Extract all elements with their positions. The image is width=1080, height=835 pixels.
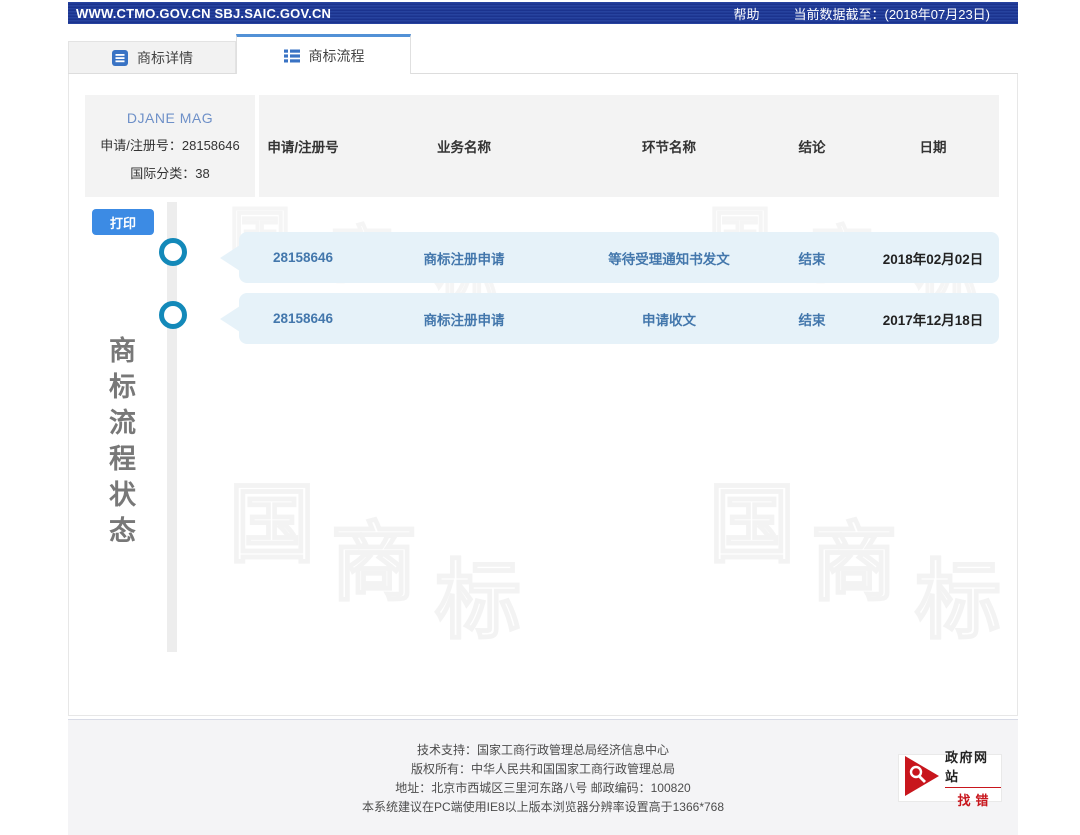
badge-title: 政府网站 xyxy=(945,747,1001,785)
footer: 技术支持：国家工商行政管理总局经济信息中心 版权所有：中华人民共和国国家工商行政… xyxy=(68,719,1018,835)
col-step-name: 环节名称 xyxy=(581,136,757,156)
cell-application-number: 28158646 xyxy=(259,311,347,326)
tab-trademark-details[interactable]: 商标详情 xyxy=(68,41,236,73)
cell-conclusion: 结束 xyxy=(757,309,867,329)
footer-browser-note: 本系统建议在PC端使用IE8以上版本浏览器分辨率设置高于1366*768 xyxy=(68,798,1018,817)
cell-date: 2017年12月18日 xyxy=(867,309,999,329)
document-icon xyxy=(111,49,129,67)
badge-action: 找错 xyxy=(945,787,1001,809)
col-date: 日期 xyxy=(867,136,999,156)
col-business-name: 业务名称 xyxy=(347,136,581,156)
page: WWW.CTMO.GOV.CN SBJ.SAIC.GOV.CN 帮助 当前数据截… xyxy=(0,0,1080,835)
cell-business-name: 商标注册申请 xyxy=(347,309,581,329)
table-header: 申请/注册号 业务名称 环节名称 结论 日期 xyxy=(259,95,999,197)
watermark-char: 国 xyxy=(709,454,795,579)
watermark-char: 国 xyxy=(229,454,315,579)
cell-date: 2018年02月02日 xyxy=(867,248,999,268)
footer-copyright: 版权所有：中华人民共和国国家工商行政管理总局 xyxy=(68,760,1018,779)
watermark-char: 商 xyxy=(331,492,417,617)
gov-site-error-report-badge[interactable]: 政府网站 找错 xyxy=(898,754,1002,802)
top-bar: WWW.CTMO.GOV.CN SBJ.SAIC.GOV.CN 帮助 当前数据截… xyxy=(68,2,1018,24)
cell-conclusion: 结束 xyxy=(757,248,867,268)
cell-step-name: 等待受理通知书发文 xyxy=(581,248,757,268)
table-row: 28158646 商标注册申请 申请收文 结束 2017年12月18日 xyxy=(239,293,999,344)
col-application-number: 申请/注册号 xyxy=(259,136,347,156)
magnifier-flag-icon xyxy=(905,756,939,801)
table-row: 28158646 商标注册申请 等待受理通知书发文 结束 2018年02月02日 xyxy=(239,232,999,283)
cell-step-name: 申请收文 xyxy=(581,309,757,329)
footer-address: 地址：北京市西城区三里河东路八号 邮政编码：100820 xyxy=(68,779,1018,798)
list-icon xyxy=(283,47,301,65)
site-url: WWW.CTMO.GOV.CN SBJ.SAIC.GOV.CN xyxy=(76,6,331,21)
footer-tech-support: 技术支持：国家工商行政管理总局经济信息中心 xyxy=(68,741,1018,760)
application-number: 申请/注册号：28158646 xyxy=(100,135,239,154)
cell-business-name: 商标注册申请 xyxy=(347,248,581,268)
tab-bar: 商标详情 商标流程 xyxy=(68,34,1018,74)
col-conclusion: 结论 xyxy=(757,136,867,156)
tab-label: 商标详情 xyxy=(137,48,193,68)
vertical-section-title: 商标流程状态 xyxy=(101,336,140,552)
process-panel: 国 商 标 国 商 标 国 商 标 国 商 标 DJANE MAG 申请/注册号… xyxy=(68,74,1018,716)
cell-application-number: 28158646 xyxy=(259,250,347,265)
data-cutoff-label: 当前数据截至：(2018年07月23日) xyxy=(794,4,991,23)
tab-trademark-process[interactable]: 商标流程 xyxy=(236,34,411,74)
watermark-char: 商 xyxy=(811,492,897,617)
watermark-char: 标 xyxy=(915,530,1001,655)
print-button[interactable]: 打印 xyxy=(92,209,154,235)
timeline-node xyxy=(159,238,187,266)
international-class: 国际分类：38 xyxy=(130,163,209,182)
watermark-char: 标 xyxy=(435,530,521,655)
tab-label: 商标流程 xyxy=(309,46,365,66)
trademark-name: DJANE MAG xyxy=(127,110,213,126)
timeline-node xyxy=(159,301,187,329)
trademark-info-box: DJANE MAG 申请/注册号：28158646 国际分类：38 xyxy=(85,95,255,197)
content-wrapper: WWW.CTMO.GOV.CN SBJ.SAIC.GOV.CN 帮助 当前数据截… xyxy=(68,2,1018,835)
help-link[interactable]: 帮助 xyxy=(733,4,759,23)
timeline-bar xyxy=(167,202,177,652)
